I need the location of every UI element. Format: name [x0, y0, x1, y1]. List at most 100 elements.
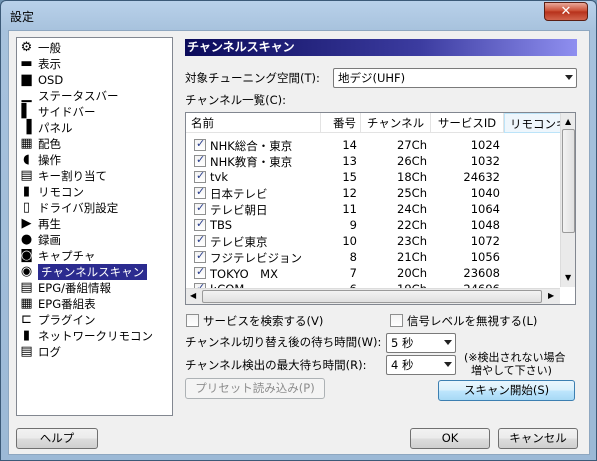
channel-service-id: 1064: [470, 202, 500, 216]
sidebar-item[interactable]: ◉ チャンネルスキャン: [19, 264, 171, 280]
chevron-down-icon: [444, 362, 452, 367]
sidebar-item[interactable]: ▮ リモコン: [19, 184, 171, 200]
sidebar-item[interactable]: ● 録画: [19, 232, 171, 248]
channel-checkbox[interactable]: [194, 185, 206, 199]
tuning-space-select[interactable]: 地デジ(UHF): [333, 68, 577, 88]
channel-service-id: 23608: [463, 266, 500, 280]
wait-note-line2: 増やして下さい): [471, 364, 552, 377]
help-button[interactable]: ヘルプ: [16, 428, 98, 449]
column-header-name[interactable]: 名前: [186, 113, 321, 133]
channel-checkbox[interactable]: [194, 265, 206, 279]
detect-wait-select[interactable]: 4 秒: [386, 355, 456, 375]
channel-row[interactable]: テレビ東京 10 23Ch 1072: [186, 233, 560, 249]
channel-name: NHK教育・東京: [210, 155, 293, 169]
channel-row[interactable]: フジテレビジョン 8 21Ch 1056: [186, 249, 560, 265]
channel-service-id: 1024: [470, 138, 500, 152]
channel-list[interactable]: 名前 番号 チャンネル サービスID リモコンキ NHK総合・東京1427Ch1…: [185, 112, 576, 305]
horizontal-scrollbar[interactable]: ◀ ▶: [186, 288, 560, 304]
sidebar-item[interactable]: ⊏ プラグイン: [19, 312, 171, 328]
channel-name: 日本テレビ: [210, 187, 268, 201]
ok-button[interactable]: OK: [410, 428, 490, 449]
sidebar-item[interactable]: ▬ 表示: [19, 56, 171, 72]
remote-icon: ▮: [22, 184, 31, 199]
channel-checkbox[interactable]: [194, 233, 206, 247]
sidebar-item[interactable]: ▁ ステータスバー: [19, 88, 171, 104]
channel-number: 10: [342, 234, 357, 248]
sidebar-item[interactable]: ▯ ドライバ別設定: [19, 200, 171, 216]
channel-name: テレビ朝日: [210, 203, 268, 217]
close-icon: ✕: [560, 4, 572, 19]
sidebar-item[interactable]: ⚙ 一般: [19, 40, 171, 56]
channel-physical: 20Ch: [397, 266, 427, 280]
channel-row[interactable]: NHK教育・東京 13 26Ch 1032: [186, 153, 560, 169]
channel-service-id: 1072: [470, 234, 500, 248]
scroll-up-icon[interactable]: ▲: [565, 117, 571, 126]
channel-number: 7: [349, 266, 357, 280]
palette-icon: ▦: [20, 136, 33, 151]
cancel-button[interactable]: キャンセル: [498, 428, 578, 449]
sidebar-item[interactable]: ▤ ログ: [19, 344, 171, 360]
channel-row[interactable]: テレビ朝日 11 24Ch 1064: [186, 201, 560, 217]
sidebar-item-label: 操作: [38, 153, 61, 167]
channel-physical: 22Ch: [397, 218, 427, 232]
sidebar-item-label: キャプチャ: [38, 249, 96, 263]
scan-start-button[interactable]: スキャン開始(S): [438, 380, 575, 401]
sidebar-item[interactable]: ◙ キャプチャ: [19, 248, 171, 264]
scroll-left-icon[interactable]: ◀: [190, 291, 196, 300]
vertical-scrollbar[interactable]: ▲ ▼: [560, 113, 575, 287]
channel-row[interactable]: 日本テレビ 12 25Ch 1040: [186, 185, 560, 201]
ignore-signal-label[interactable]: 信号レベルを無視する(L): [407, 313, 537, 329]
sidebar-item[interactable]: ▤ キー割り当て: [19, 168, 171, 184]
sidebar-item[interactable]: ▤ EPG/番組情報: [19, 280, 171, 296]
sidebar-item-label: 録画: [38, 233, 61, 247]
preset-load-button[interactable]: プリセット読み込み(P): [185, 378, 325, 399]
vertical-scroll-thumb[interactable]: [562, 129, 575, 233]
channel-checkbox[interactable]: [194, 137, 206, 151]
sidebar-item[interactable]: ▦ EPG番組表: [19, 296, 171, 312]
column-header-number[interactable]: 番号: [321, 113, 361, 133]
sidebar-item-label: 一般: [38, 41, 61, 55]
channel-row[interactable]: tvk 15 18Ch 24632: [186, 169, 560, 185]
channel-name: NHK総合・東京: [210, 139, 293, 153]
channel-checkbox[interactable]: [194, 217, 206, 231]
keyboard-icon: ▤: [20, 168, 33, 183]
close-button[interactable]: ✕: [544, 2, 588, 21]
channel-name: TOKYO MX: [210, 267, 278, 281]
channel-name: TBS: [210, 218, 233, 232]
channel-scan-icon: ◉: [20, 264, 33, 279]
channel-checkbox[interactable]: [194, 201, 206, 215]
sidebar-item[interactable]: ▶ 再生: [19, 216, 171, 232]
sidebar-item[interactable]: ▦ 配色: [19, 136, 171, 152]
scroll-down-icon[interactable]: ▼: [565, 273, 571, 282]
channel-physical: 27Ch: [397, 138, 427, 152]
sidebar-item[interactable]: ▮ ネットワークリモコン: [19, 328, 171, 344]
channel-checkbox[interactable]: [194, 169, 206, 183]
channel-checkbox[interactable]: [194, 153, 206, 167]
switch-wait-select[interactable]: 5 秒: [386, 333, 456, 353]
sidebar-item-label: EPG/番組情報: [38, 281, 111, 295]
sidebar-item[interactable]: ▌ サイドバー: [19, 104, 171, 120]
channel-number: 15: [342, 170, 357, 184]
channel-row[interactable]: TBS 9 22Ch 1048: [186, 217, 560, 233]
channel-service-id: 1040: [470, 186, 500, 200]
channel-row[interactable]: NHK総合・東京 14 27Ch 1024: [186, 137, 560, 153]
channel-row[interactable]: TOKYO MX 7 20Ch 23608: [186, 265, 560, 281]
column-header-channel[interactable]: チャンネル: [361, 113, 431, 133]
sidebar-item[interactable]: ▆ OSD: [19, 72, 171, 88]
sidebar-item[interactable]: ◖ 操作: [19, 152, 171, 168]
settings-category-list[interactable]: ⚙ 一般 ▬ 表示 ▆ OSD ▁ ステータスバー ▌ サイドバー ▐ パネル ▦ 配色 ◖ 操作 ▤ キー割り当…: [16, 37, 173, 416]
scroll-right-icon[interactable]: ▶: [548, 291, 554, 300]
scan-service-checkbox[interactable]: [186, 314, 199, 327]
scan-service-label[interactable]: サービスを検索する(V): [203, 313, 323, 329]
sidebar-item-label: リモコン: [38, 185, 84, 199]
statusbar-icon: ▁: [21, 88, 32, 103]
sidebar-item[interactable]: ▐ パネル: [19, 120, 171, 136]
ignore-signal-checkbox[interactable]: [390, 314, 403, 327]
switch-wait-value: 5 秒: [391, 336, 414, 350]
epg-icon: ▤: [20, 280, 33, 295]
channel-number: 11: [342, 202, 357, 216]
channel-service-id: 1032: [470, 154, 500, 168]
column-header-service-id[interactable]: サービスID: [431, 113, 504, 133]
horizontal-scroll-thumb[interactable]: [202, 290, 542, 303]
channel-checkbox[interactable]: [194, 249, 206, 263]
